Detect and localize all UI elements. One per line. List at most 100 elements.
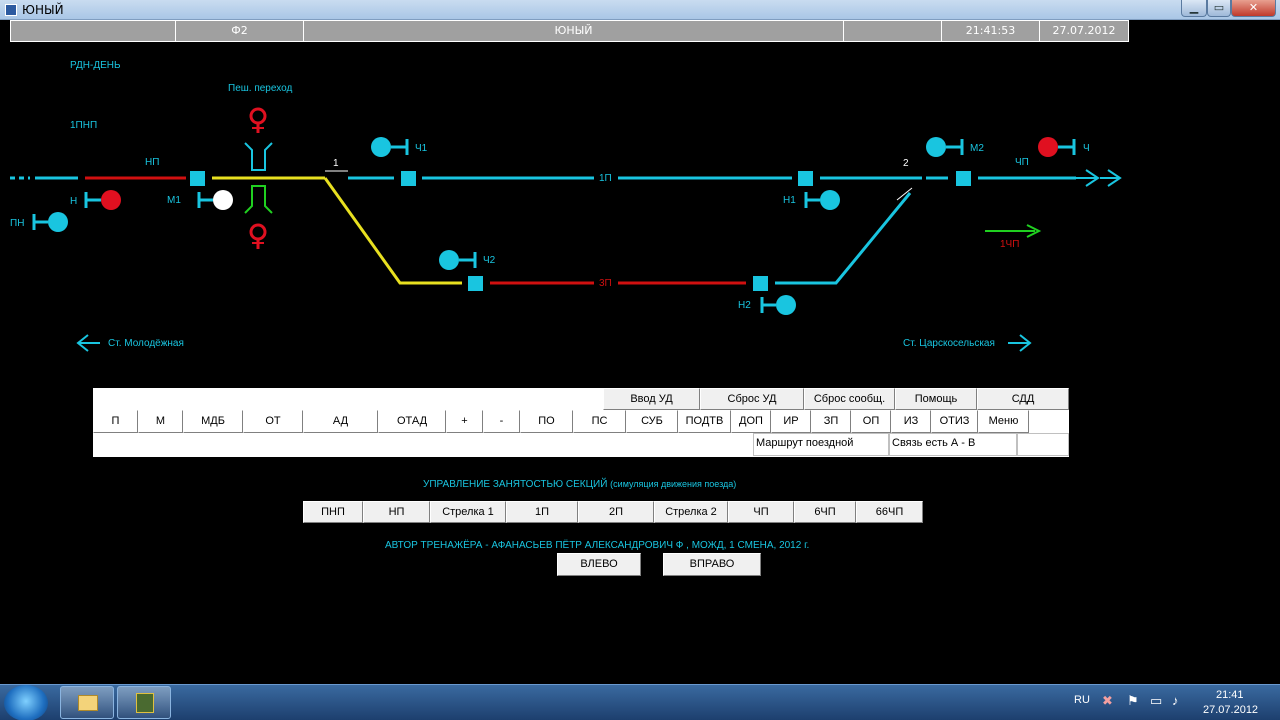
command-button-18[interactable]: ОТИЗ	[931, 410, 978, 433]
mode-label: РДН-ДЕНЬ	[70, 60, 121, 71]
crossing-label: Пеш. переход	[228, 83, 292, 94]
network-icon[interactable]: ✖	[1102, 693, 1113, 709]
panel-top-button-1[interactable]: Ввод УД	[603, 388, 700, 410]
joint-n2[interactable]	[753, 276, 768, 291]
signal-ch1-label: Ч1	[415, 143, 428, 154]
volume-icon[interactable]: ♪	[1172, 693, 1179, 708]
folder-icon	[78, 695, 98, 711]
signal-ch1[interactable]	[371, 137, 409, 157]
taskbar: RU ✖ ⚑ ▭ ♪ 21:41 27.07.2012	[0, 684, 1280, 720]
occupancy-button-9[interactable]: 66ЧП	[856, 501, 923, 523]
station-left-label: Ст. Молодёжная	[108, 338, 184, 349]
message-field[interactable]	[93, 388, 603, 410]
panel-top-button-3[interactable]: Сброс сообщ.	[804, 388, 895, 410]
app-icon	[5, 4, 17, 16]
tray-clock-time[interactable]: 21:41	[1216, 689, 1244, 701]
tray-clock-date[interactable]: 27.07.2012	[1203, 704, 1258, 716]
language-indicator[interactable]: RU	[1074, 694, 1090, 706]
track-label-np: НП	[145, 157, 159, 168]
nav-right-button[interactable]: ВПРАВО	[663, 553, 761, 576]
signal-n2-label: Н2	[738, 300, 751, 311]
signal-m1[interactable]	[197, 190, 233, 210]
signal-ch[interactable]	[1038, 137, 1076, 157]
command-button-7[interactable]: +	[446, 410, 483, 433]
station-right-arrow-icon	[1008, 334, 1032, 352]
command-button-5[interactable]: АД	[303, 410, 378, 433]
occupancy-button-5[interactable]: 2П	[578, 501, 654, 523]
command-button-8[interactable]: -	[483, 410, 520, 433]
panel-top-button-5[interactable]: СДД	[977, 388, 1069, 410]
command-button-17[interactable]: ИЗ	[891, 410, 931, 433]
header-cell-4	[844, 21, 942, 41]
command-button-4[interactable]: ОТ	[243, 410, 303, 433]
header-cell-1	[11, 21, 176, 41]
flag-icon[interactable]: ⚑	[1127, 693, 1139, 709]
control-panel: Ввод УД Сброс УД Сброс сообщ. Помощь СДД ПММ…	[93, 388, 1069, 457]
crossing-bottom-barrier	[244, 185, 273, 214]
panel-top-button-2[interactable]: Сброс УД	[700, 388, 804, 410]
nav-left-button[interactable]: ВЛЕВО	[557, 553, 641, 576]
joint-ch2[interactable]	[468, 276, 483, 291]
status-header: Ф2 ЮНЫЙ 21:41:53 27.07.2012	[10, 20, 1129, 42]
command-button-14[interactable]: ИР	[771, 410, 811, 433]
occupancy-button-2[interactable]: НП	[363, 501, 430, 523]
command-button-10[interactable]: ПС	[573, 410, 626, 433]
maximize-button[interactable]: ▭	[1207, 0, 1231, 17]
command-button-3[interactable]: МДБ	[183, 410, 243, 433]
occupancy-button-7[interactable]: ЧП	[728, 501, 794, 523]
status-empty-cell	[93, 433, 753, 456]
signal-pn-label: ПН	[10, 218, 24, 229]
occupancy-button-6[interactable]: Стрелка 2	[654, 501, 728, 523]
signal-pn[interactable]	[32, 212, 68, 232]
minimize-button[interactable]: ▁	[1181, 0, 1207, 17]
occupancy-button-8[interactable]: 6ЧП	[794, 501, 856, 523]
occupancy-button-1[interactable]: ПНП	[303, 501, 363, 523]
command-button-13[interactable]: ДОП	[731, 410, 771, 433]
command-button-2[interactable]: М	[138, 410, 183, 433]
trainer-app-icon	[136, 693, 154, 713]
direction-1chp-label: 1ЧП	[1000, 239, 1019, 250]
window-titlebar: ЮНЫЙ ▁ ▭ ✕	[0, 0, 1280, 20]
command-button-15[interactable]: ЗП	[811, 410, 851, 433]
command-button-1[interactable]: П	[93, 410, 138, 433]
taskbar-trainer-button[interactable]	[117, 686, 171, 719]
joint-n1[interactable]	[798, 171, 813, 186]
display-icon[interactable]: ▭	[1150, 693, 1162, 709]
signal-m2[interactable]	[926, 137, 964, 157]
track-3p-exit	[775, 192, 912, 285]
window-title: ЮНЫЙ	[22, 3, 64, 17]
command-button-6[interactable]: ОТАД	[378, 410, 446, 433]
command-button-19[interactable]: Меню	[978, 410, 1029, 433]
joint-ch1[interactable]	[401, 171, 416, 186]
taskbar-explorer-button[interactable]	[60, 686, 114, 719]
occupancy-button-4[interactable]: 1П	[506, 501, 578, 523]
command-button-12[interactable]: ПОДТВ	[678, 410, 731, 433]
station-right-label: Ст. Царскосельская	[903, 338, 995, 349]
station-left-arrow-icon	[76, 334, 100, 352]
joint-m2[interactable]	[956, 171, 971, 186]
switch-2-label: 2	[903, 158, 909, 169]
close-button[interactable]: ✕	[1231, 0, 1276, 17]
occupancy-title: УПРАВЛЕНИЕ ЗАНЯТОСТЬЮ СЕКЦИЙ (симуляция …	[423, 479, 736, 490]
crossing-top-bell-icon	[249, 107, 267, 133]
start-button[interactable]	[4, 685, 48, 720]
route-segment-diverging	[323, 177, 462, 285]
command-button-16[interactable]: ОП	[851, 410, 891, 433]
signal-m1-label: М1	[167, 195, 181, 206]
joint-np-m1[interactable]	[190, 171, 205, 186]
author-credit: АВТОР ТРЕНАЖЁРА - АФАНАСЬЕВ ПЁТР АЛЕКСАН…	[385, 540, 810, 551]
panel-top-button-4[interactable]: Помощь	[895, 388, 977, 410]
crossing-bottom-bell-icon	[249, 223, 267, 249]
signal-n[interactable]	[84, 190, 121, 210]
track-label-1p: 1П	[599, 173, 612, 184]
occupancy-subtitle: (симуляция движения поезда)	[610, 479, 737, 489]
switch-1-label: 1	[333, 158, 339, 169]
signal-ch2[interactable]	[439, 250, 477, 270]
signal-n1[interactable]	[804, 190, 840, 210]
track-label-chp: ЧП	[1015, 157, 1029, 168]
command-button-9[interactable]: ПО	[520, 410, 573, 433]
occupancy-button-3[interactable]: Стрелка 1	[430, 501, 506, 523]
command-button-11[interactable]: СУБ	[626, 410, 678, 433]
track-label-3p: 3П	[599, 278, 612, 289]
signal-n2[interactable]	[760, 295, 796, 315]
